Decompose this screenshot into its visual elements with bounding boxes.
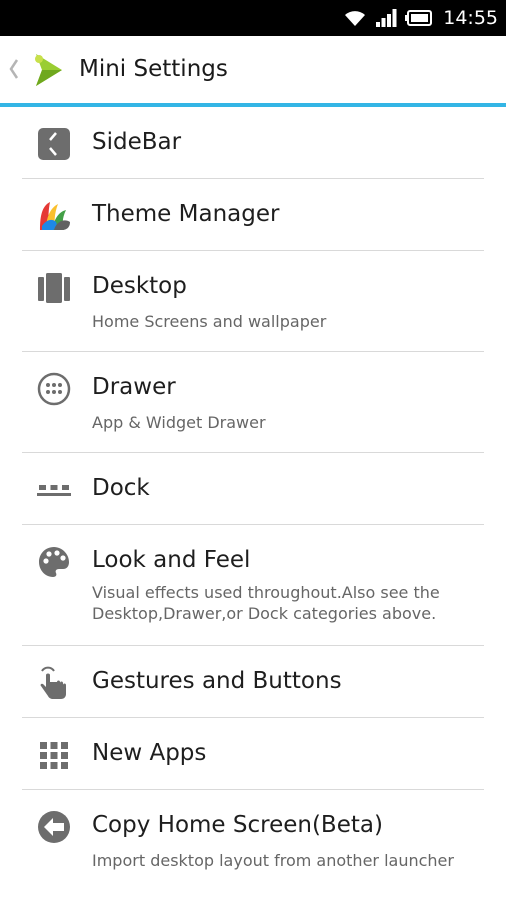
drawer-icon [37,372,71,406]
palette-icon [39,547,69,577]
chevron-left-icon[interactable] [6,56,20,82]
status-time: 14:55 [443,7,498,29]
settings-item-title: Copy Home Screen(Beta) [92,812,383,838]
settings-item-copy-home-screen[interactable]: Copy Home Screen(Beta) Import desktop la… [22,790,484,891]
settings-item-title: Dock [92,475,150,501]
settings-item-gestures-and-buttons[interactable]: Gestures and Buttons [22,646,484,718]
settings-item-title: Desktop [92,273,187,299]
status-icons: 14:55 [343,0,498,36]
dock-icon [37,485,71,496]
settings-list: SideBar Theme Manager Desktop Home Scree… [22,107,484,891]
action-bar: Mini Settings [0,36,506,104]
settings-item-subtitle: Import desktop layout from another launc… [92,851,454,870]
new-apps-grid-icon [40,742,68,769]
sidebar-icon [38,128,70,160]
copy-home-screen-icon [38,811,70,843]
settings-item-title: Drawer [92,374,176,400]
page-title: Mini Settings [79,56,228,82]
settings-item-subtitle: Visual effects used throughout.Also see … [92,583,440,623]
gesture-icon [40,666,66,699]
settings-item-look-and-feel[interactable]: Look and Feel Visual effects used throug… [22,525,484,646]
settings-item-title: SideBar [92,129,182,155]
settings-item-title: Look and Feel [92,547,251,573]
settings-item-new-apps[interactable]: New Apps [22,718,484,790]
wifi-icon [345,11,366,26]
settings-item-theme-manager[interactable]: Theme Manager [22,179,484,251]
battery-icon [405,10,433,26]
signal-icon [376,9,397,27]
settings-item-drawer[interactable]: Drawer App & Widget Drawer [22,352,484,453]
settings-item-sidebar[interactable]: SideBar [22,107,484,179]
theme-manager-icon [40,202,70,230]
settings-item-title: Gestures and Buttons [92,668,342,694]
settings-item-subtitle: Home Screens and wallpaper [92,312,327,331]
app-logo-icon[interactable] [28,48,68,92]
desktop-icon [38,273,70,303]
settings-item-title: New Apps [92,740,207,766]
settings-item-subtitle: App & Widget Drawer [92,413,266,432]
settings-item-dock[interactable]: Dock [22,453,484,525]
settings-item-title: Theme Manager [92,201,280,227]
settings-item-desktop[interactable]: Desktop Home Screens and wallpaper [22,251,484,352]
status-bar: 14:55 [0,0,506,36]
